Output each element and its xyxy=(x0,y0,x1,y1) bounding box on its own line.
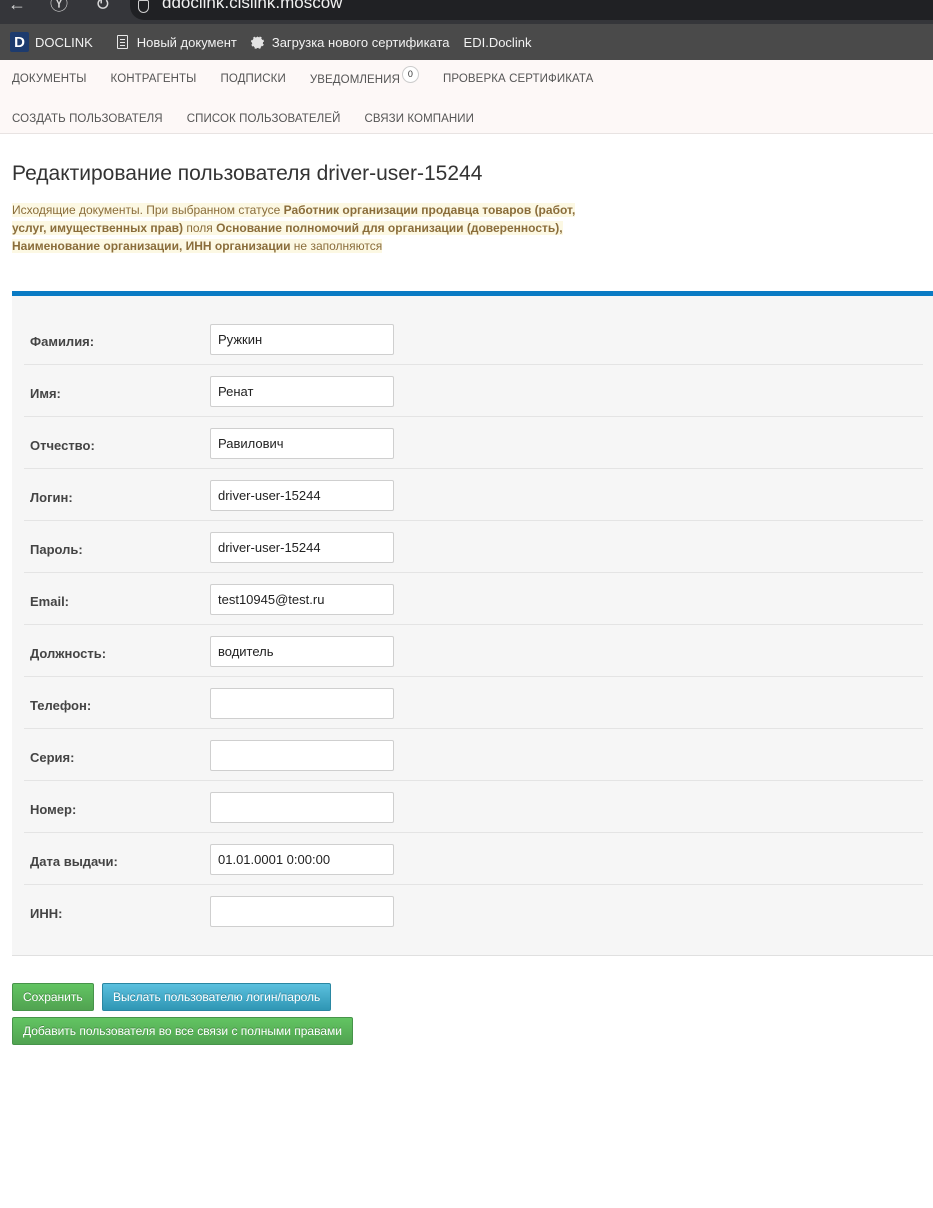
nav-subscriptions[interactable]: ПОДПИСКИ xyxy=(220,72,285,89)
email-input[interactable] xyxy=(210,584,394,615)
phone-input[interactable] xyxy=(210,688,394,719)
field-label: Номер: xyxy=(30,802,77,817)
login-input[interactable] xyxy=(210,480,394,511)
user-edit-form: Фамилия: Имя: Отчество: Логин: Пароль: E… xyxy=(12,291,933,956)
field-label: Фамилия: xyxy=(30,334,95,349)
field-label: Логин: xyxy=(30,490,73,505)
form-row-passport-number: Номер: xyxy=(24,781,923,833)
nav-user-list[interactable]: СПИСОК ПОЛЬЗОВАТЕЛЕЙ xyxy=(187,112,341,126)
send-credentials-button[interactable]: Выслать пользователю логин/пароль xyxy=(102,983,332,1011)
form-row-first-name: Имя: xyxy=(24,365,923,417)
nav-notifications-label: УВЕДОМЛЕНИЯ xyxy=(309,74,400,86)
yandex-icon[interactable]: Ⓨ xyxy=(50,0,68,14)
field-label: Дата выдачи: xyxy=(30,854,118,869)
reload-icon[interactable]: ↻ xyxy=(95,0,110,14)
nav-documents[interactable]: ДОКУМЕНТЫ xyxy=(12,72,87,89)
patronymic-input[interactable] xyxy=(210,428,394,459)
bookmark-label: Новый документ xyxy=(136,34,237,50)
form-row-passport-series: Серия: xyxy=(24,729,923,781)
back-arrow-icon[interactable]: ← xyxy=(8,0,26,14)
field-label: Пароль: xyxy=(30,542,83,557)
form-row-position: Должность: xyxy=(24,625,923,677)
position-input[interactable] xyxy=(210,636,394,667)
url-text[interactable]: ddoclink.cislink.moscow xyxy=(162,0,342,14)
page-title: Редактирование пользователя driver-user-… xyxy=(12,162,483,185)
shield-icon xyxy=(138,0,149,13)
bookmark-upload-certificate[interactable]: Загрузка нового сертификата xyxy=(250,34,450,50)
form-row-patronymic: Отчество: xyxy=(24,417,923,469)
field-label: Телефон: xyxy=(30,698,92,713)
passport-series-input[interactable] xyxy=(210,740,394,771)
last-name-input[interactable] xyxy=(210,324,394,355)
nav-counterparties[interactable]: КОНТРАГЕНТЫ xyxy=(111,72,197,89)
notifications-badge: 0 xyxy=(401,66,419,83)
nav-company-links[interactable]: СВЯЗИ КОМПАНИИ xyxy=(364,112,474,126)
info-notice: Исходящие документы. При выбранном стату… xyxy=(12,201,602,255)
field-label: Email: xyxy=(30,594,70,609)
bookmarks-bar: D DOCLINK Новый документ Загрузка нового… xyxy=(0,24,933,60)
save-button[interactable]: Сохранить xyxy=(12,983,94,1011)
form-row-login: Логин: xyxy=(24,469,923,521)
notice-text: не заполняются xyxy=(290,239,383,253)
form-row-last-name: Фамилия: xyxy=(24,313,923,365)
bookmark-edi-doclink[interactable]: EDI.Doclink xyxy=(464,35,532,50)
field-label: ИНН: xyxy=(30,906,63,921)
bookmark-new-document[interactable]: Новый документ xyxy=(116,34,237,50)
address-bar[interactable]: ddoclink.cislink.moscow xyxy=(130,0,933,20)
form-row-phone: Телефон: xyxy=(24,677,923,729)
inn-input[interactable] xyxy=(210,896,394,927)
field-label: Серия: xyxy=(30,750,75,765)
field-label: Должность: xyxy=(30,646,107,661)
field-label: Имя: xyxy=(30,386,61,401)
passport-number-input[interactable] xyxy=(210,792,394,823)
bookmark-label: EDI.Doclink xyxy=(463,34,532,50)
form-row-password: Пароль: xyxy=(24,521,923,573)
document-icon xyxy=(116,35,128,49)
field-label: Отчество: xyxy=(30,438,95,453)
issue-date-input[interactable] xyxy=(210,844,394,875)
password-input[interactable] xyxy=(210,532,394,563)
gear-icon xyxy=(250,35,264,49)
form-row-inn: ИНН: xyxy=(24,885,923,937)
bookmark-label: DOCLINK xyxy=(35,34,93,50)
form-row-email: Email: xyxy=(24,573,923,625)
add-to-all-links-button[interactable]: Добавить пользователя во все связи с пол… xyxy=(12,1017,353,1045)
browser-toolbar: ← Ⓨ ↻ ddoclink.cislink.moscow xyxy=(0,0,933,24)
nav-certificate-check[interactable]: ПРОВЕРКА СЕРТИФИКАТА xyxy=(443,72,593,89)
first-name-input[interactable] xyxy=(210,376,394,407)
main-navigation: ДОКУМЕНТЫ КОНТРАГЕНТЫ ПОДПИСКИ УВЕДОМЛЕН… xyxy=(0,60,933,134)
bookmark-doclink[interactable]: D DOCLINK xyxy=(10,32,93,52)
doclink-logo-icon: D xyxy=(10,32,29,52)
notice-text: Исходящие документы. При выбранном стату… xyxy=(12,203,284,217)
notice-text: поля xyxy=(183,221,217,235)
nav-notifications[interactable]: УВЕДОМЛЕНИЯ 0 xyxy=(309,66,419,89)
form-row-issue-date: Дата выдачи: xyxy=(24,833,923,885)
bookmark-label: Загрузка нового сертификата xyxy=(271,34,450,50)
nav-create-user[interactable]: СОЗДАТЬ ПОЛЬЗОВАТЕЛЯ xyxy=(12,112,163,126)
